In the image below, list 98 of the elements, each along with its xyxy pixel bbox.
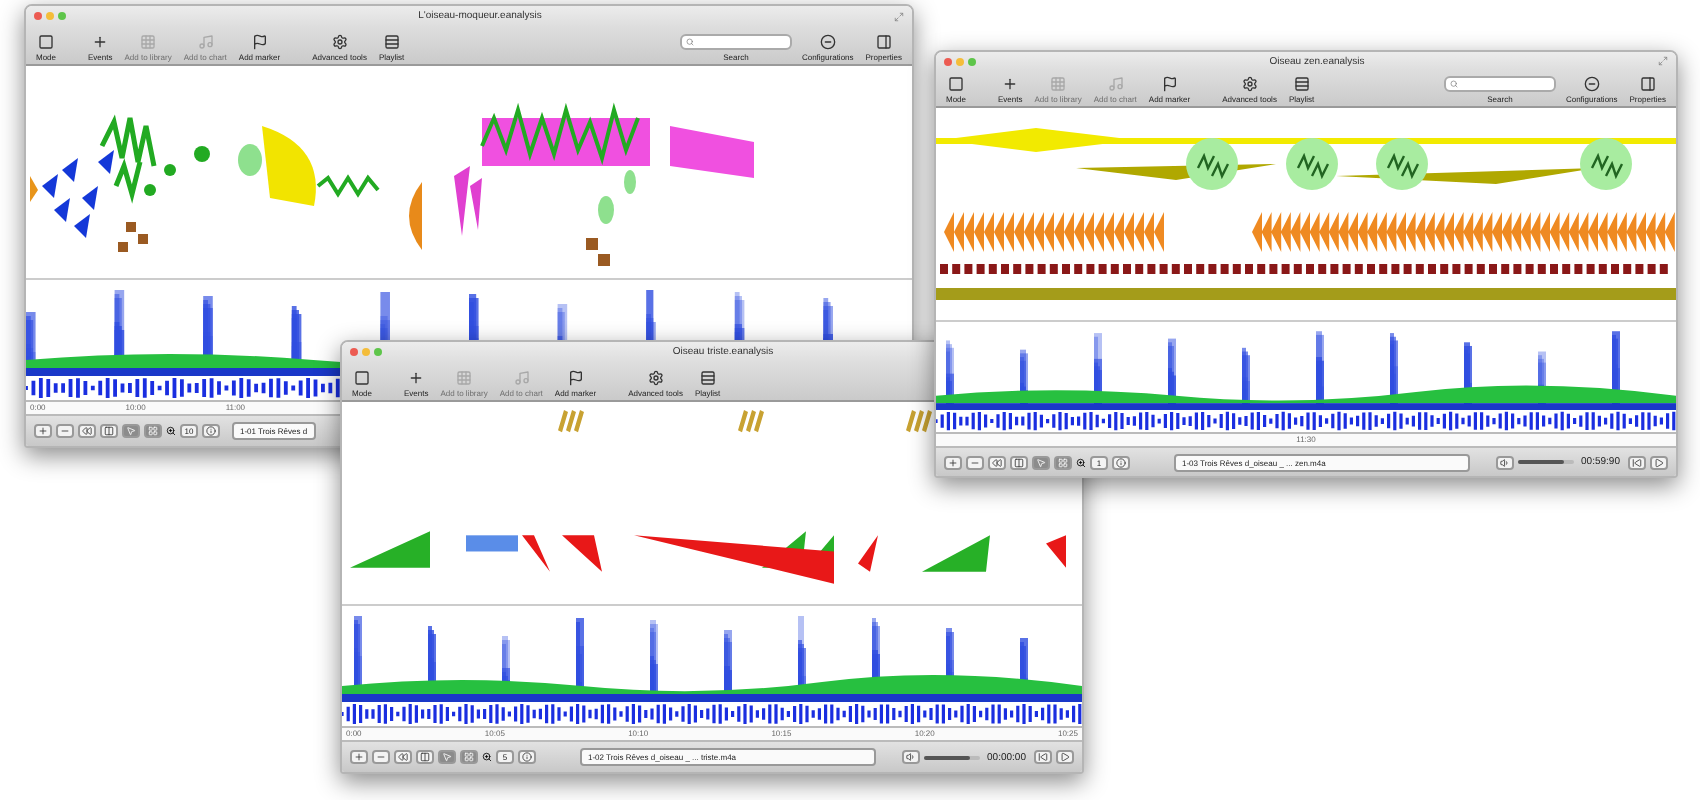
music-note-icon xyxy=(197,34,214,50)
plus-icon xyxy=(1002,75,1019,92)
info-button[interactable] xyxy=(518,750,536,764)
info-icon xyxy=(1116,457,1126,468)
search-field[interactable] xyxy=(1443,75,1556,92)
pointer-button[interactable] xyxy=(438,750,456,764)
close-button[interactable] xyxy=(34,12,42,20)
grid-button[interactable] xyxy=(144,424,162,438)
info-icon xyxy=(206,426,216,436)
grid-icon xyxy=(1050,75,1067,92)
list-icon xyxy=(1293,75,1310,92)
grid-icon xyxy=(140,34,157,50)
play-button[interactable] xyxy=(1650,455,1668,470)
minus-circle-icon xyxy=(819,34,836,50)
minimize-button[interactable] xyxy=(956,57,964,66)
columns-button[interactable] xyxy=(416,750,434,764)
remove-button[interactable] xyxy=(372,750,390,764)
gear-icon xyxy=(1241,75,1258,92)
columns-icon xyxy=(420,752,430,762)
square-icon xyxy=(38,34,54,50)
skip-back-icon xyxy=(1038,752,1048,762)
gear-icon xyxy=(331,34,348,50)
minimize-button[interactable] xyxy=(362,348,370,356)
zoom-button[interactable] xyxy=(374,348,382,356)
zoom-icon xyxy=(166,426,176,436)
close-button[interactable] xyxy=(944,57,952,66)
columns-icon xyxy=(1014,457,1024,468)
add-button[interactable] xyxy=(350,750,368,764)
play-icon xyxy=(1060,752,1070,762)
play-icon xyxy=(1654,457,1664,468)
columns-button[interactable] xyxy=(1010,455,1028,470)
square-icon xyxy=(948,75,964,92)
rewind-button[interactable] xyxy=(78,424,96,438)
grid-button[interactable] xyxy=(1054,455,1072,470)
rewind-button[interactable] xyxy=(988,455,1006,470)
panel-icon xyxy=(1639,75,1656,92)
speaker-icon xyxy=(905,752,916,762)
plus-icon xyxy=(38,426,48,436)
flag-icon xyxy=(1161,75,1178,92)
add-button[interactable] xyxy=(944,455,962,470)
rewind-icon xyxy=(992,457,1002,468)
columns-icon xyxy=(104,426,114,436)
zoom-icon xyxy=(1076,457,1086,468)
plus-icon xyxy=(408,370,425,386)
pointer-icon xyxy=(442,752,452,762)
info-button[interactable] xyxy=(202,424,220,438)
skip-back-button[interactable] xyxy=(1034,750,1052,764)
pointer-button[interactable] xyxy=(1032,455,1050,470)
info-icon xyxy=(522,752,532,762)
speaker-button[interactable] xyxy=(901,750,920,764)
remove-button[interactable] xyxy=(56,424,74,438)
grid-icon xyxy=(456,370,473,386)
plus-icon xyxy=(354,752,364,762)
fullscreen-icon[interactable] xyxy=(894,11,904,21)
plus-icon xyxy=(92,34,109,50)
columns-button[interactable] xyxy=(100,424,118,438)
close-button[interactable] xyxy=(350,348,358,356)
list-icon xyxy=(383,34,400,50)
square-icon xyxy=(354,370,370,386)
search-icon xyxy=(1449,79,1458,88)
pointer-icon xyxy=(1036,457,1046,468)
add-button[interactable] xyxy=(34,424,52,438)
speaker-icon xyxy=(1499,457,1510,468)
rewind-button[interactable] xyxy=(394,750,412,764)
search-icon xyxy=(685,38,694,46)
volume-slider[interactable] xyxy=(1517,460,1574,465)
flag-icon xyxy=(567,370,584,386)
grid-icon xyxy=(464,752,474,762)
info-button[interactable] xyxy=(1112,455,1130,470)
gear-icon xyxy=(647,370,664,386)
flag-icon xyxy=(251,34,268,50)
panel-icon xyxy=(875,34,892,50)
minus-icon xyxy=(970,457,980,468)
minimize-button[interactable] xyxy=(46,12,54,20)
speaker-button[interactable] xyxy=(1495,455,1514,470)
grid-button[interactable] xyxy=(460,750,478,764)
pointer-icon xyxy=(126,426,136,436)
skip-back-button[interactable] xyxy=(1628,455,1646,470)
play-button[interactable] xyxy=(1056,750,1074,764)
zoom-icon xyxy=(482,752,492,762)
grid-icon xyxy=(148,426,158,436)
minus-icon xyxy=(376,752,386,762)
plus-icon xyxy=(948,457,958,468)
zoom-button[interactable] xyxy=(58,12,66,20)
list-icon xyxy=(699,370,716,386)
pointer-button[interactable] xyxy=(122,424,140,438)
rewind-icon xyxy=(82,426,92,436)
minus-circle-icon xyxy=(1583,75,1600,92)
music-note-icon xyxy=(513,370,530,386)
search-field[interactable] xyxy=(679,34,792,50)
fullscreen-icon[interactable] xyxy=(1658,56,1668,67)
music-note-icon xyxy=(1107,75,1124,92)
minus-icon xyxy=(60,426,70,436)
skip-back-icon xyxy=(1632,457,1642,468)
zoom-button[interactable] xyxy=(968,57,976,66)
grid-icon xyxy=(1058,457,1068,468)
rewind-icon xyxy=(398,752,408,762)
remove-button[interactable] xyxy=(966,455,984,470)
